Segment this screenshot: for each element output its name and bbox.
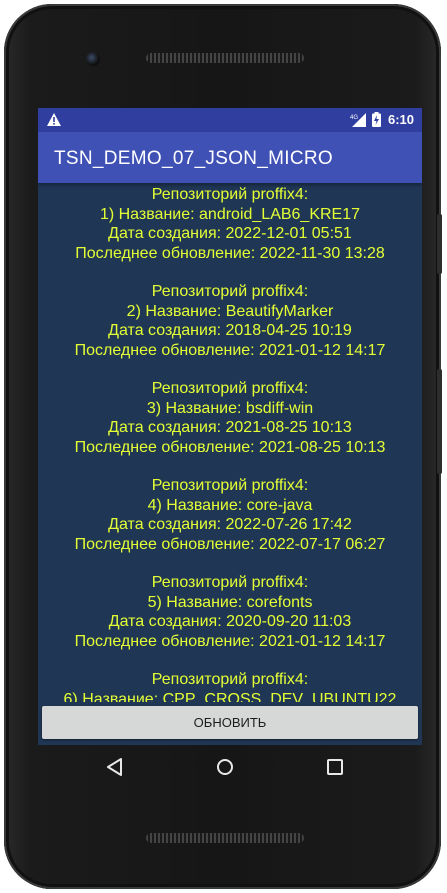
signal-icon: 4G: [350, 113, 366, 127]
list-item: Репозиторий proffix4: 3) Название: bsdif…: [38, 379, 422, 457]
repo-updated: Последнее обновление: 2021-01-12 14:17: [74, 341, 386, 359]
repo-header: Репозиторий proffix4:: [151, 574, 309, 591]
front-camera: [86, 52, 100, 66]
repo-created: Дата создания: 2022-07-26 17:42: [108, 516, 352, 533]
repo-updated: Последнее обновление: 2021-08-25 10:13: [74, 438, 386, 456]
warning-icon: [47, 113, 61, 126]
power-button: [437, 214, 442, 274]
repo-header: Репозиторий proffix4:: [151, 186, 309, 203]
bottom-speaker: [146, 833, 304, 843]
recents-icon[interactable]: [325, 757, 345, 777]
repo-header: Репозиторий proffix4:: [151, 477, 309, 494]
repo-header: Репозиторий proffix4:: [151, 283, 309, 300]
app-bar: TSN_DEMO_07_JSON_MICRO: [38, 132, 422, 183]
network-type-label: 4G: [350, 115, 358, 121]
repo-name: 1) Название: android_LAB6_KRE17: [99, 205, 361, 223]
list-item: Репозиторий proffix4: 4) Название: core-…: [38, 476, 422, 554]
repo-created: Дата создания: 2022-12-01 05:51: [108, 225, 352, 242]
back-icon[interactable]: [106, 757, 124, 777]
repo-updated: Последнее обновление: 2022-07-17 06:27: [74, 535, 386, 553]
screen: 4G 6:10 TSN_DEMO_07_JSON_MICRO Репозитор…: [38, 108, 422, 745]
list-item: Репозиторий proffix4: 6) Название: CPP_C…: [38, 670, 422, 702]
repository-list[interactable]: Репозиторий proffix4: 1) Название: andro…: [38, 185, 422, 702]
repo-header: Репозиторий proffix4:: [151, 380, 309, 397]
battery-charging-icon: [372, 112, 381, 127]
volume-button: [437, 369, 442, 474]
repo-created: Дата создания: 2018-04-25 10:19: [108, 322, 352, 339]
repo-name: 3) Название: bsdiff-win: [146, 399, 314, 417]
list-item: Репозиторий proffix4: 5) Название: coref…: [38, 573, 422, 651]
repo-name: 2) Название: BeautifyMarker: [126, 302, 334, 320]
repo-header: Репозиторий proffix4:: [151, 671, 309, 688]
repo-updated: Последнее обновление: 2021-01-12 14:17: [74, 632, 386, 650]
top-speaker: [146, 53, 304, 63]
status-bar: 4G 6:10: [38, 108, 422, 132]
repo-updated: Последнее обновление: 2022-11-30 13:28: [75, 244, 385, 262]
repo-name: 5) Название: corefonts: [147, 593, 313, 611]
list-item: Репозиторий proffix4: 2) Название: Beaut…: [38, 282, 422, 360]
app-title: TSN_DEMO_07_JSON_MICRO: [54, 148, 334, 169]
home-icon[interactable]: [215, 757, 235, 777]
repo-name: 6) Название: CPP_CROSS_DEV_UBUNTU22: [63, 690, 397, 703]
refresh-button[interactable]: ОБНОВИТЬ: [42, 706, 418, 739]
repo-created: Дата создания: 2020-09-20 11:03: [108, 613, 352, 630]
phone-frame: 4G 6:10 TSN_DEMO_07_JSON_MICRO Репозитор…: [4, 4, 442, 889]
list-item: Репозиторий proffix4: 1) Название: andro…: [38, 185, 422, 263]
repo-created: Дата создания: 2021-08-25 10:13: [108, 419, 352, 436]
status-time: 6:10: [388, 112, 415, 127]
repo-name: 4) Название: core-java: [147, 496, 313, 514]
